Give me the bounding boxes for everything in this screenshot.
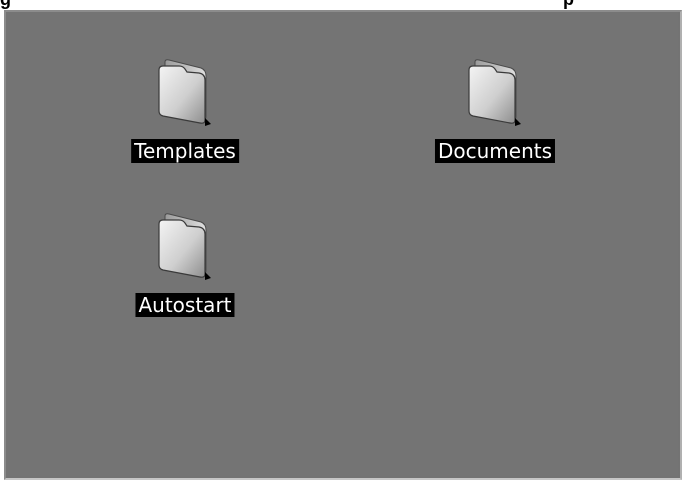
folder-icon xyxy=(158,59,211,126)
window-title-fragment-right: p xyxy=(563,0,574,10)
window-title-bar: g p xyxy=(0,0,689,10)
desktop-icon-label: Documents xyxy=(434,139,556,163)
desktop-icon-label: Autostart xyxy=(135,293,235,317)
desktop-icon-documents[interactable]: Documents xyxy=(415,58,575,163)
folder-icon xyxy=(158,213,211,280)
folder-icon xyxy=(468,59,521,126)
desktop-icon-templates[interactable]: Templates xyxy=(105,58,265,163)
desktop-icon-autostart[interactable]: Autostart xyxy=(105,212,265,317)
desktop-icon-label: Templates xyxy=(131,139,239,163)
window-title-fragment-left: g xyxy=(0,0,11,10)
desktop-area[interactable]: Templates Documents Autostart xyxy=(6,12,678,476)
